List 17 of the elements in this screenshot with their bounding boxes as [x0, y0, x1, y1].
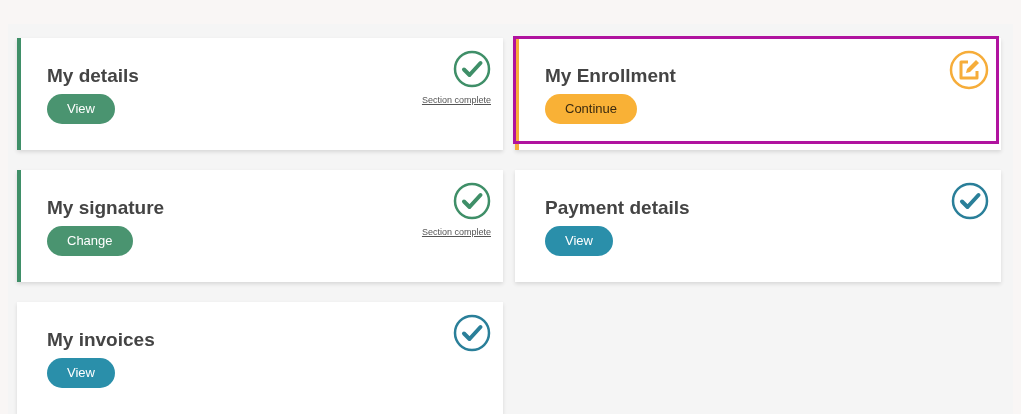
check-circle-icon: [453, 182, 491, 220]
card-title: My signature: [47, 196, 165, 220]
card-action-button[interactable]: View: [47, 94, 115, 124]
edit-icon[interactable]: [949, 50, 989, 90]
card-action-button[interactable]: Continue: [545, 94, 638, 124]
card-title: My invoices: [47, 328, 155, 352]
card-title: My Enrollment: [545, 64, 676, 88]
check-circle-icon: [951, 182, 989, 220]
card-action-button[interactable]: View: [47, 358, 115, 388]
section-complete-link[interactable]: Section complete: [421, 226, 491, 240]
check-circle-icon: [453, 314, 491, 352]
card-action-button[interactable]: View: [545, 226, 613, 256]
card-title: Payment details: [545, 196, 690, 220]
section-complete-link[interactable]: Section complete: [421, 94, 491, 108]
card-action-button[interactable]: Change: [47, 226, 133, 256]
card-title: My details: [47, 64, 139, 88]
check-circle-icon: [453, 50, 491, 88]
